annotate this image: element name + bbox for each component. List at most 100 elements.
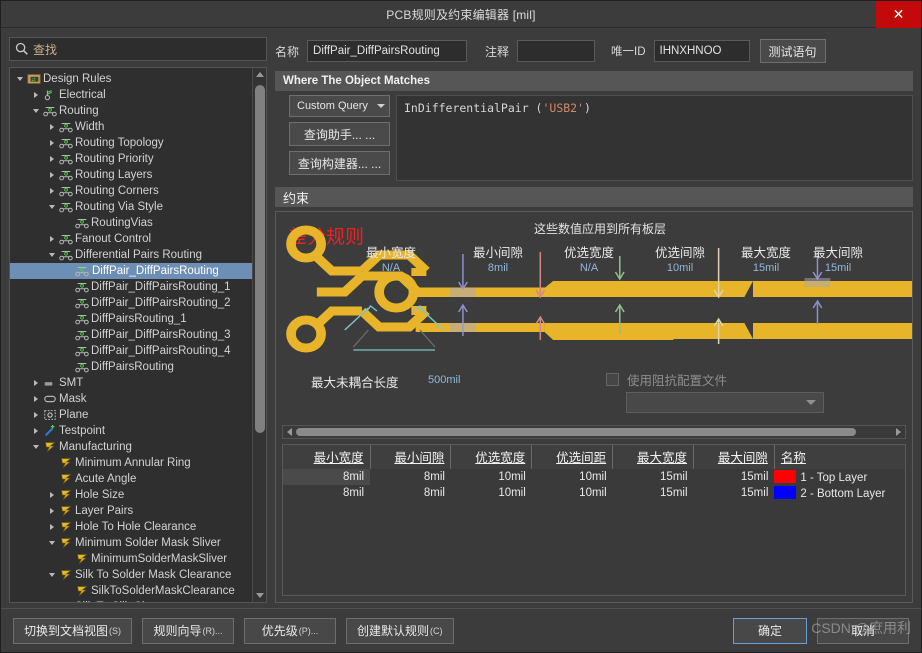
- chevron-right-icon[interactable]: [46, 140, 57, 146]
- table-column-header[interactable]: 最大宽度: [612, 445, 695, 469]
- layer-constraints-table[interactable]: 最小宽度 最小间隙 优选宽度 优选间距 最大宽度 最大间隙 名称 8mil 8mil 10mil…: [282, 444, 906, 596]
- scrollbar-thumb[interactable]: [296, 428, 857, 436]
- tree-item-electrical[interactable]: Electrical: [10, 87, 254, 103]
- tree-item-diffpairsrouting-1[interactable]: DiffPairsRouting_1: [10, 311, 254, 327]
- chevron-down-icon[interactable]: [46, 541, 57, 545]
- query-builder-button[interactable]: 查询构建器... ...: [289, 151, 390, 175]
- uid-input[interactable]: IHNXHNOO: [653, 40, 750, 62]
- table-cell[interactable]: 15mil: [613, 485, 694, 501]
- test-query-button[interactable]: 测试语句: [759, 39, 826, 63]
- tree-item-routing-priority[interactable]: Routing Priority: [10, 151, 254, 167]
- table-cell[interactable]: 8mil: [370, 469, 451, 485]
- table-column-header[interactable]: 最小间隙: [370, 445, 452, 469]
- footer-button-切换到文档视图[interactable]: 切换到文档视图 (S): [13, 617, 133, 644]
- tree-item-diffpair-diffpairsrouting-2[interactable]: DiffPair_DiffPairsRouting_2: [10, 295, 254, 311]
- chevron-right-icon[interactable]: [30, 92, 41, 98]
- tree-item-mask[interactable]: Mask: [10, 391, 254, 407]
- tree-item-diffpair-diffpairsrouting-4[interactable]: DiffPair_DiffPairsRouting_4: [10, 343, 254, 359]
- search-input[interactable]: 查找: [33, 41, 57, 58]
- constraint-column-value[interactable]: N/A: [382, 262, 400, 274]
- tree-item-diffpairsrouting[interactable]: DiffPairsRouting: [10, 359, 254, 375]
- tree-item-hole-size[interactable]: Hole Size: [10, 487, 254, 503]
- scroll-right-button[interactable]: [892, 426, 905, 438]
- footer-button-创建默认规则[interactable]: 创建默认规则 (C): [346, 617, 454, 644]
- tree-item-silk-to-silk-cl[interactable]: Silk To Silk Cl...: [10, 599, 254, 602]
- footer-button-取消[interactable]: 取消: [817, 617, 909, 644]
- tree-item-minimum-solder-mask-sliver[interactable]: Minimum Solder Mask Sliver: [10, 535, 254, 551]
- chevron-right-icon[interactable]: [30, 380, 41, 386]
- footer-button-确定[interactable]: 确定: [733, 617, 807, 644]
- chevron-down-icon[interactable]: [46, 573, 57, 577]
- table-cell[interactable]: 10mil: [451, 485, 532, 501]
- table-cell[interactable]: 15mil: [694, 485, 775, 501]
- footer-button-优先级[interactable]: 优先级 (P)...: [244, 617, 337, 644]
- table-cell-layer-name[interactable]: 2 - Bottom Layer: [774, 485, 905, 501]
- table-cell[interactable]: 15mil: [613, 469, 694, 485]
- scroll-left-button[interactable]: [283, 426, 296, 438]
- tree-item-routingvias[interactable]: RoutingVias: [10, 215, 254, 231]
- chevron-down-icon[interactable]: [30, 445, 41, 449]
- checkbox-box[interactable]: [606, 373, 619, 386]
- table-column-header[interactable]: 名称: [774, 445, 905, 469]
- chevron-down-icon[interactable]: [46, 205, 57, 209]
- tree-item-diffpair-diffpairsrouting-3[interactable]: DiffPair_DiffPairsRouting_3: [10, 327, 254, 343]
- impedance-profile-checkbox[interactable]: 使用阻抗配置文件: [606, 370, 727, 389]
- tree-item-design-rules[interactable]: ⇄ Design Rules: [10, 71, 254, 87]
- table-column-header[interactable]: 优选宽度: [450, 445, 533, 469]
- constraint-column-value[interactable]: 10mil: [667, 262, 693, 274]
- table-cell[interactable]: 10mil: [451, 469, 532, 485]
- chevron-right-icon[interactable]: [30, 428, 41, 434]
- scroll-down-button[interactable]: [253, 589, 266, 602]
- constraint-column-value[interactable]: 15mil: [753, 262, 779, 274]
- tree-item-routing-layers[interactable]: Routing Layers: [10, 167, 254, 183]
- table-cell[interactable]: 10mil: [532, 485, 613, 501]
- table-column-header[interactable]: 优选间距: [531, 445, 614, 469]
- constraint-column-value[interactable]: 15mil: [825, 262, 851, 274]
- table-cell[interactable]: 8mil: [370, 485, 451, 501]
- tree-item-smt[interactable]: SMT: [10, 375, 254, 391]
- chevron-down-icon[interactable]: [14, 77, 25, 81]
- table-row[interactable]: 8mil 8mil 10mil 10mil 15mil 15mil 1 - Top Laye…: [283, 469, 905, 485]
- table-column-header[interactable]: 最小宽度: [283, 445, 371, 469]
- tree-item-diffpair-diffpairsrouting-1[interactable]: DiffPair_DiffPairsRouting_1: [10, 279, 254, 295]
- tree-vertical-scrollbar[interactable]: [252, 68, 266, 602]
- scrollbar-track[interactable]: [296, 426, 892, 438]
- chevron-right-icon[interactable]: [46, 156, 57, 162]
- table-row[interactable]: 8mil 8mil 10mil 10mil 15mil 15mil 2 - Bottom L…: [283, 485, 905, 501]
- search-box[interactable]: 查找: [9, 37, 267, 61]
- tree-item-differential-pairs-routing[interactable]: Differential Pairs Routing: [10, 247, 254, 263]
- chevron-right-icon[interactable]: [30, 412, 41, 418]
- tree-item-diffpair-diffpairsrouting[interactable]: DiffPair_DiffPairsRouting: [10, 263, 254, 279]
- constraint-column-value[interactable]: 8mil: [488, 262, 508, 274]
- table-cell[interactable]: 10mil: [532, 469, 613, 485]
- chevron-right-icon[interactable]: [46, 236, 57, 242]
- tree-item-routing-via-style[interactable]: Routing Via Style: [10, 199, 254, 215]
- constraint-column-value[interactable]: N/A: [580, 262, 598, 274]
- table-column-header[interactable]: 最大间隙: [693, 445, 775, 469]
- table-cell[interactable]: 15mil: [694, 469, 775, 485]
- tree-item-fanout-control[interactable]: Fanout Control: [10, 231, 254, 247]
- chevron-right-icon[interactable]: [46, 492, 57, 498]
- scrollbar-thumb[interactable]: [255, 85, 265, 433]
- chevron-down-icon[interactable]: [30, 109, 41, 113]
- chevron-right-icon[interactable]: [46, 188, 57, 194]
- tree-item-width[interactable]: Width: [10, 119, 254, 135]
- tree-item-routing-corners[interactable]: Routing Corners: [10, 183, 254, 199]
- tree-item-minimumsoldermasksliver[interactable]: MinimumSolderMaskSliver: [10, 551, 254, 567]
- query-editor[interactable]: InDifferentialPair ('USB2'): [396, 95, 913, 181]
- tree-item-routing-topology[interactable]: Routing Topology: [10, 135, 254, 151]
- chevron-right-icon[interactable]: [46, 172, 57, 178]
- tree-item-silktosoldermaskclearance[interactable]: SilkToSolderMaskClearance: [10, 583, 254, 599]
- comment-input[interactable]: [517, 40, 596, 62]
- constraints-horizontal-scrollbar[interactable]: [282, 425, 906, 439]
- tree-item-plane[interactable]: Plane: [10, 407, 254, 423]
- table-cell-layer-name[interactable]: 1 - Top Layer: [774, 469, 905, 485]
- scroll-up-button[interactable]: [253, 68, 266, 81]
- tree-item-minimum-annular-ring[interactable]: Minimum Annular Ring: [10, 455, 254, 471]
- tree-item-silk-to-solder-mask-clearance[interactable]: Silk To Solder Mask Clearance: [10, 567, 254, 583]
- chevron-right-icon[interactable]: [46, 524, 57, 530]
- tree-item-testpoint[interactable]: Testpoint: [10, 423, 254, 439]
- query-helper-button[interactable]: 查询助手... ...: [289, 122, 390, 146]
- name-input[interactable]: DiffPair_DiffPairsRouting: [307, 40, 468, 62]
- table-cell[interactable]: 8mil: [283, 469, 371, 485]
